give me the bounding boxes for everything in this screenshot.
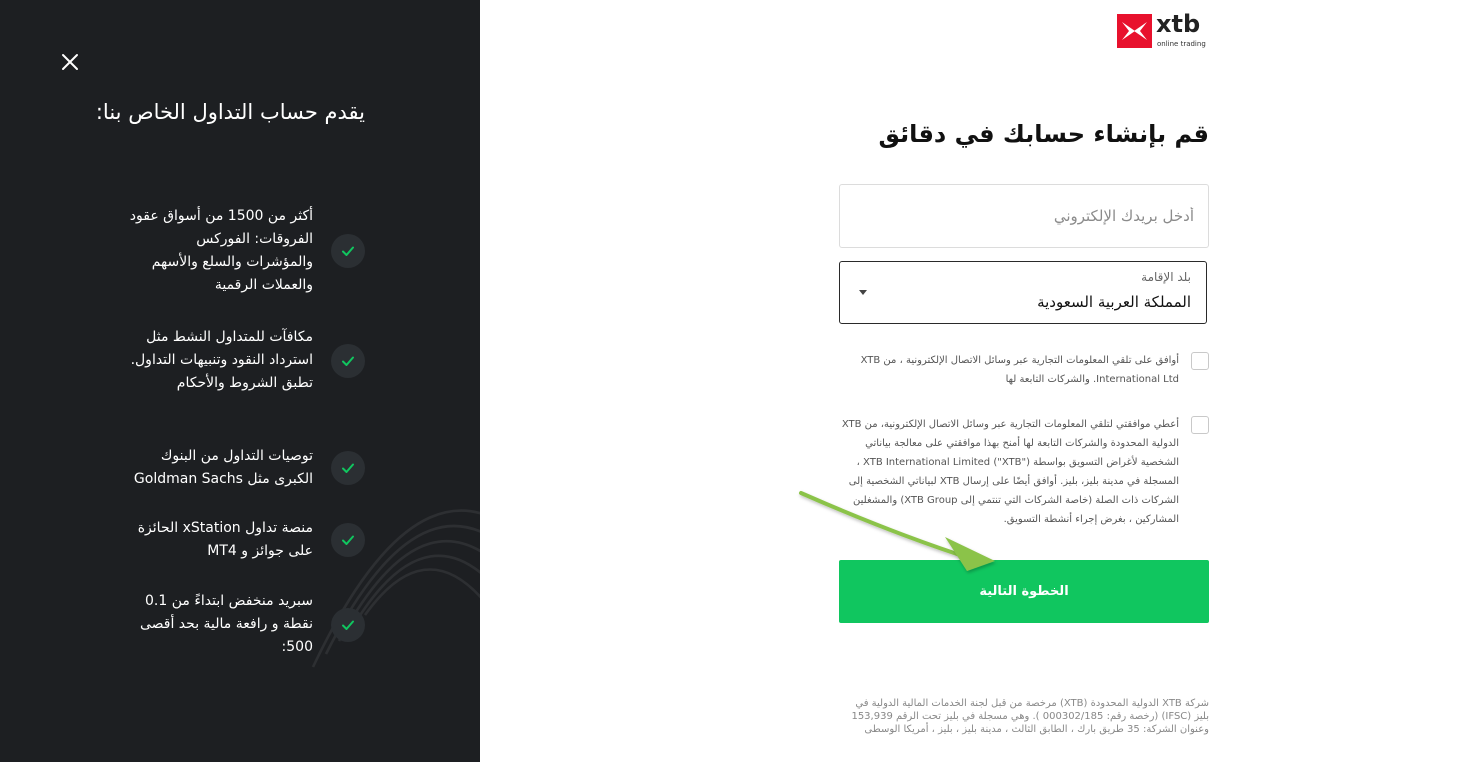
- close-icon[interactable]: [58, 50, 82, 74]
- benefit-text: منصة تداول xStation الحائزة على جوائز و …: [137, 520, 313, 559]
- logo-tagline: online trading: [1157, 40, 1206, 48]
- consent-data-processing-checkbox[interactable]: [1191, 416, 1209, 434]
- legal-footer: شركة XTB الدولية المحدودة (XTB) مرخصة من…: [851, 698, 1209, 735]
- consent-marketing-text: أوافق على تلقي المعلومات التجارية عبر وس…: [860, 355, 1179, 385]
- country-label: بلد الإقامة: [1141, 270, 1191, 284]
- form-headline: قم بإنشاء حسابك في دقائق: [878, 120, 1209, 148]
- benefit-item: سبريد منخفض ابتداءً من 0.1 نقطة و رافعة …: [115, 590, 365, 659]
- email-input[interactable]: [840, 185, 1208, 247]
- consent-marketing: أوافق على تلقي المعلومات التجارية عبر وس…: [839, 351, 1209, 389]
- benefit-text: أكثر من 1500 من أسواق عقود الفروقات: الف…: [129, 208, 313, 293]
- consent-marketing-checkbox[interactable]: [1191, 352, 1209, 370]
- benefit-text: سبريد منخفض ابتداءً من 0.1 نقطة و رافعة …: [139, 593, 313, 655]
- benefit-item: منصة تداول xStation الحائزة على جوائز و …: [115, 517, 365, 563]
- benefits-panel: يقدم حساب التداول الخاص بنا: أكثر من 150…: [0, 0, 480, 762]
- check-icon: [331, 343, 365, 378]
- caret-down-icon: [859, 290, 867, 295]
- xtb-logo: xtb online trading: [1117, 10, 1212, 50]
- logo-x-mark: [1117, 14, 1152, 48]
- check-icon: [331, 234, 365, 268]
- benefit-item: مكافآت للمتداول النشط مثل استرداد النقود…: [115, 326, 365, 395]
- check-icon: [331, 607, 365, 642]
- country-value: المملكة العربية السعودية: [1037, 293, 1191, 311]
- check-icon: [331, 523, 365, 557]
- benefit-text: مكافآت للمتداول النشط مثل استرداد النقود…: [130, 329, 313, 391]
- benefit-item: توصيات التداول من البنوك الكبرى مثل Gold…: [115, 445, 365, 491]
- benefit-text: توصيات التداول من البنوك الكبرى مثل Gold…: [133, 448, 313, 487]
- panel-title: يقدم حساب التداول الخاص بنا:: [95, 100, 365, 124]
- email-field[interactable]: [839, 184, 1209, 248]
- country-select[interactable]: بلد الإقامة المملكة العربية السعودية: [839, 261, 1207, 324]
- logo-name: xtb: [1156, 10, 1201, 38]
- consent-data-processing-text: أعطي موافقتي لتلقي المعلومات التجارية عب…: [841, 419, 1179, 525]
- consent-data-processing: أعطي موافقتي لتلقي المعلومات التجارية عب…: [839, 415, 1209, 529]
- benefit-item: أكثر من 1500 من أسواق عقود الفروقات: الف…: [115, 205, 365, 297]
- next-step-button[interactable]: الخطوة التالية: [839, 560, 1209, 623]
- check-icon: [331, 451, 365, 485]
